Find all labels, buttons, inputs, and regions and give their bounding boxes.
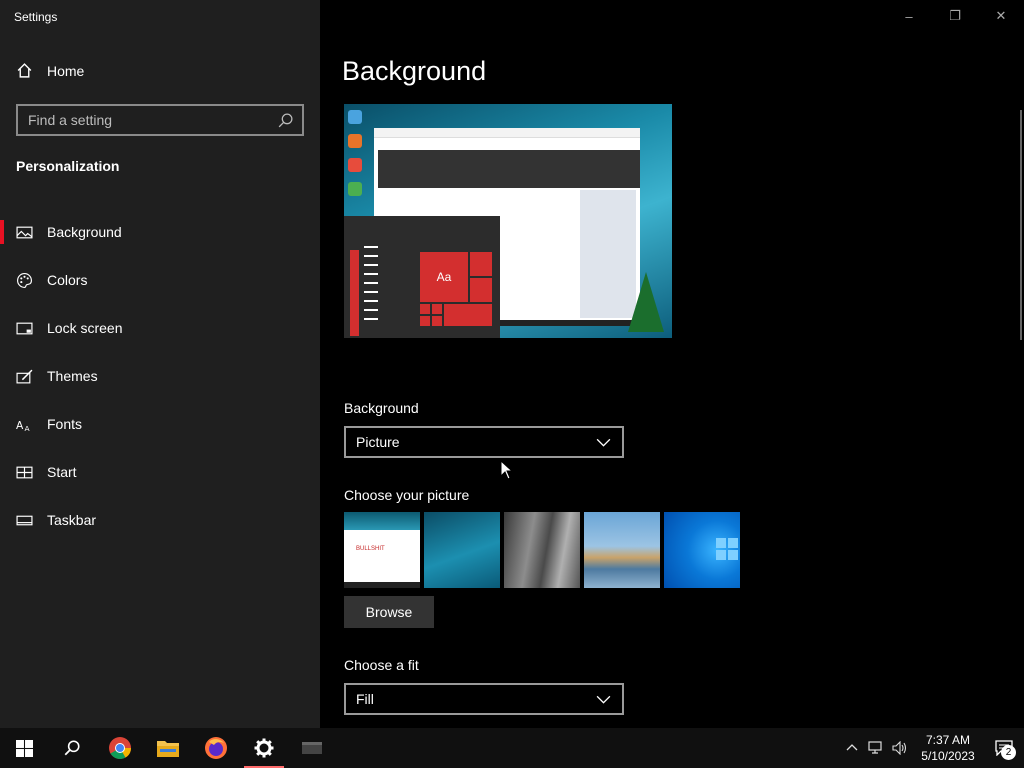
- home-label: Home: [47, 62, 85, 79]
- sidebar-item-label: Colors: [47, 272, 88, 288]
- picture-icon: [16, 224, 33, 241]
- brush-icon: [16, 368, 33, 385]
- section-title: Personalization: [16, 158, 120, 174]
- fit-dropdown-value: Fill: [356, 691, 374, 707]
- gear-icon: [254, 738, 274, 758]
- christmas-tree-icon: [628, 272, 664, 332]
- mouse-cursor-icon: [500, 460, 514, 480]
- windows-start-icon: [15, 739, 33, 757]
- background-label: Background: [344, 400, 419, 416]
- sidebar-item-label: Background: [47, 224, 122, 240]
- network-icon: [868, 741, 882, 754]
- clock-date: 5/10/2023: [921, 749, 975, 763]
- windows-logo-icon: [716, 538, 738, 560]
- settings-sidebar: Settings Home Personalization Background…: [0, 0, 320, 728]
- picture-thumbnail[interactable]: [584, 512, 660, 588]
- background-preview: BULLSHIT Aa: [344, 104, 672, 338]
- action-center-button[interactable]: 2: [984, 728, 1024, 768]
- sidebar-item-lock-screen[interactable]: Lock screen: [0, 304, 320, 352]
- sidebar-item-label: Fonts: [47, 416, 83, 432]
- chevron-down-icon: [595, 691, 612, 708]
- sidebar-nav: Background Colors Lock screen Themes AA …: [0, 208, 320, 544]
- sidebar-item-fonts[interactable]: AA Fonts: [0, 400, 320, 448]
- sidebar-item-start[interactable]: Start: [0, 448, 320, 496]
- file-explorer-taskbar-button[interactable]: [144, 728, 192, 768]
- sidebar-item-label: Themes: [47, 368, 98, 384]
- window-app-icon: [302, 742, 322, 754]
- show-hidden-icons-button[interactable]: [840, 728, 864, 768]
- folder-icon: [157, 741, 179, 757]
- sidebar-item-colors[interactable]: Colors: [0, 256, 320, 304]
- search-icon[interactable]: [277, 112, 294, 129]
- scrollbar[interactable]: [1020, 110, 1022, 340]
- preview-sample-tile: Aa: [420, 252, 468, 302]
- search-input[interactable]: [28, 112, 277, 128]
- taskbar-icon: [16, 512, 33, 529]
- sidebar-item-label: Lock screen: [47, 320, 123, 336]
- taskbar: 7:37 AM 5/10/2023 2: [0, 728, 1024, 768]
- speaker-icon: [892, 741, 907, 755]
- home-nav-item[interactable]: Home: [16, 62, 84, 79]
- firefox-taskbar-button[interactable]: [192, 728, 240, 768]
- page-title: Background: [342, 56, 487, 86]
- app-title: Settings: [14, 10, 58, 24]
- picture-thumbnails: BULLSHIT: [344, 512, 740, 588]
- picture-thumbnail[interactable]: [504, 512, 580, 588]
- main-content: – ❐ ✕ Background BULLSHIT Aa: [320, 0, 1024, 728]
- sidebar-item-taskbar[interactable]: Taskbar: [0, 496, 320, 544]
- clock-time: 7:37 AM: [925, 733, 971, 747]
- close-button[interactable]: ✕: [978, 0, 1024, 32]
- sidebar-item-label: Taskbar: [47, 512, 97, 528]
- search-box[interactable]: [16, 104, 304, 136]
- sidebar-item-themes[interactable]: Themes: [0, 352, 320, 400]
- chrome-taskbar-button[interactable]: [96, 728, 144, 768]
- lock-screen-icon: [16, 320, 33, 337]
- chevron-down-icon: [595, 434, 612, 451]
- picture-thumbnail[interactable]: [424, 512, 500, 588]
- volume-button[interactable]: [888, 728, 912, 768]
- start-icon: [16, 464, 33, 481]
- svg-text:A: A: [16, 418, 24, 431]
- palette-icon: [16, 272, 33, 289]
- preview-start-menu: Aa: [344, 216, 500, 338]
- network-button[interactable]: [864, 728, 888, 768]
- window-controls: – ❐ ✕: [886, 0, 1024, 32]
- system-tray: 7:37 AM 5/10/2023 2: [840, 728, 1024, 768]
- sidebar-item-label: Start: [47, 464, 77, 480]
- sidebar-item-background[interactable]: Background: [0, 208, 320, 256]
- restore-button[interactable]: ❐: [932, 0, 978, 32]
- settings-taskbar-button[interactable]: [240, 728, 288, 768]
- start-button[interactable]: [0, 728, 48, 768]
- background-dropdown-value: Picture: [356, 434, 400, 450]
- preview-keyboard: [378, 150, 640, 188]
- picture-thumbnail[interactable]: [664, 512, 740, 588]
- svg-text:A: A: [25, 423, 31, 432]
- preview-desktop-icons: [348, 110, 366, 206]
- font-icon: AA: [16, 416, 33, 433]
- app-taskbar-button[interactable]: [288, 728, 336, 768]
- notification-count-badge: 2: [1001, 745, 1016, 760]
- browse-button[interactable]: Browse: [344, 596, 434, 628]
- picture-thumbnail[interactable]: BULLSHIT: [344, 512, 420, 588]
- fit-dropdown[interactable]: Fill: [344, 683, 624, 715]
- home-icon: [16, 62, 33, 79]
- search-icon: [64, 740, 80, 756]
- chevron-up-icon: [846, 744, 858, 751]
- fit-label: Choose a fit: [344, 657, 419, 673]
- choose-picture-label: Choose your picture: [344, 487, 470, 503]
- firefox-icon: [205, 737, 227, 759]
- chrome-icon: [109, 737, 131, 759]
- minimize-button[interactable]: –: [886, 0, 932, 32]
- thumbnail-label: BULLSHIT: [356, 546, 385, 552]
- background-dropdown[interactable]: Picture: [344, 426, 624, 458]
- search-taskbar-button[interactable]: [48, 728, 96, 768]
- clock[interactable]: 7:37 AM 5/10/2023: [912, 732, 984, 764]
